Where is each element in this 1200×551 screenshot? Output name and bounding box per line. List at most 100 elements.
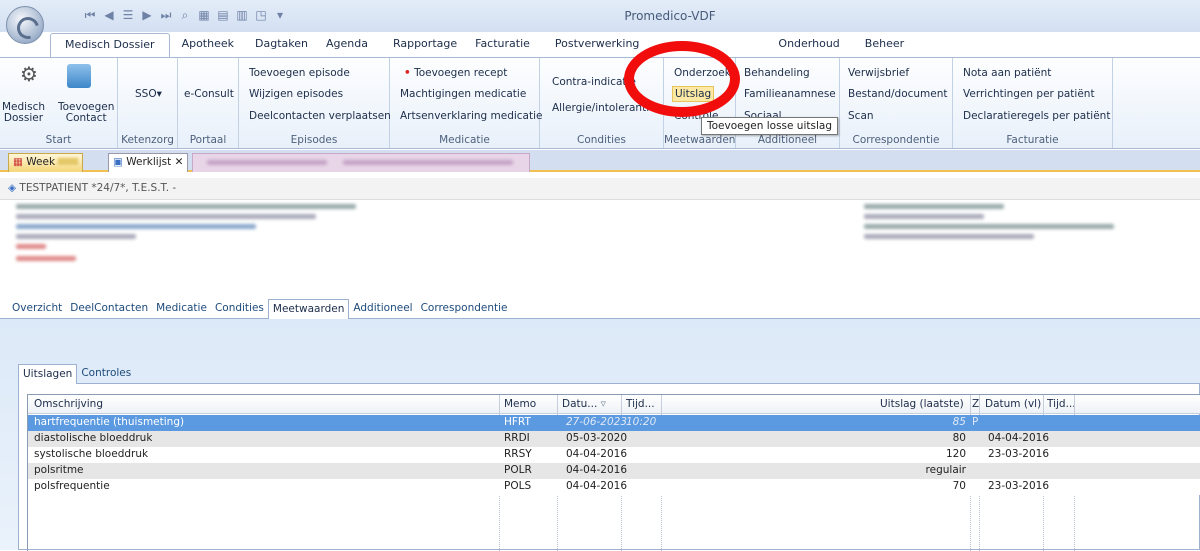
ribbon-tab-facturatie[interactable]: Facturatie [466,33,539,57]
col-tijd2[interactable]: Tijd... [1047,398,1076,410]
application-menu-button[interactable] [6,6,44,44]
window-title: Promedico-VDF [624,9,716,23]
tab-correspondentie[interactable]: Correspondentie [417,299,512,319]
col-uitslag[interactable]: Uitslag (laatste) [880,398,964,410]
medisch-dossier-button[interactable]: Medisch Dossier [2,102,45,124]
ribbon-tab-postverwerking[interactable]: Postverwerking [539,33,769,57]
document-tab-strip: ▦ Week ▣ Werklijst ✕ [0,150,1200,172]
ribbon-group-facturatie: Nota aan patiënt Verrichtingen per patië… [953,58,1113,148]
close-icon[interactable]: ✕ [175,156,184,168]
doc-tab-blurred[interactable] [192,153,530,172]
cell-omschrijving: polsfrequentie [34,480,110,492]
table-row[interactable]: systolische bloeddruk RRSY 04-04-2016 12… [28,447,1200,463]
verwijsbrief-button[interactable]: Verwijsbrief [848,67,909,79]
cell-memo: POLS [504,480,532,492]
button-label-line: Dossier [3,112,44,124]
tab-condities[interactable]: Condities [211,299,268,319]
cell-memo: RRDI [504,432,530,444]
doc-tab-werklijst[interactable]: ▣ Werklijst ✕ [108,153,189,172]
add-prescription-button[interactable]: • Toevoegen recept [404,67,507,79]
medication-authorizations-button[interactable]: Machtigingen medicatie [400,88,526,100]
cell-omschrijving: diastolische bloeddruk [34,432,153,444]
table-row[interactable]: diastolische bloeddruk RRDI 05-03-2020 8… [28,431,1200,447]
e-consult-button[interactable]: e-Consult [184,88,234,100]
main-tabs: Overzicht DeelContacten Medicatie Condit… [8,299,512,319]
cell-memo: HFRT [504,416,531,428]
table-row[interactable]: polsritme POLR 04-04-2016 regulair [28,463,1200,479]
ribbon-tab-beheer[interactable]: Beheer [856,33,913,57]
blurred-text [864,224,1114,229]
group-label: Medicatie [439,134,490,146]
onderzoek-button[interactable]: Onderzoek [674,67,731,79]
button-label-line: Contact [65,112,107,124]
scan-button[interactable]: Scan [848,110,874,122]
doc-tab-week[interactable]: ▦ Week [8,153,84,172]
group-label: Meetwaarden [664,134,736,146]
group-label: Start [45,134,72,146]
cell-z: P [972,416,979,428]
col-datum[interactable]: Datu... ▿ [562,398,606,410]
blurred-text [864,214,984,219]
move-subcontacts-button[interactable]: Deelcontacten verplaatsen [249,110,391,122]
nota-aan-patient-button[interactable]: Nota aan patiënt [963,67,1051,79]
group-label: Episodes [290,134,338,146]
blurred-text [16,214,316,219]
col-memo[interactable]: Memo [504,398,536,410]
tab-additioneel[interactable]: Additioneel [349,299,416,319]
verrichtingen-per-patient-button[interactable]: Verrichtingen per patiënt [963,88,1095,100]
ribbon-tab-medisch-dossier[interactable]: Medisch Dossier [50,33,170,57]
group-label: Ketenzorg [121,134,174,146]
group-label: Correspondentie [852,134,940,146]
uitslag-button[interactable]: Uitslag [672,86,715,102]
ribbon-group-episodes: Toevoegen episode Wijzigen episodes Deel… [239,58,391,148]
familieanamnese-button[interactable]: Familieanamnese [744,88,836,100]
ribbon-tab-rapportage[interactable]: Rapportage [384,33,466,57]
allergy-intolerance-button[interactable]: Allergie/intolerantie [552,102,656,114]
tab-controles[interactable]: Controles [77,364,135,384]
ribbon-group-medicatie: • Toevoegen recept Machtigingen medicati… [390,58,543,148]
cell-omschrijving: systolische bloeddruk [34,448,149,460]
tab-overzicht[interactable]: Overzicht [8,299,66,319]
medication-statement-button[interactable]: Artsenverklaring medicatie [400,110,543,122]
tab-deelcontacten[interactable]: DeelContacten [66,299,152,319]
column-divider [1074,395,1075,415]
table-row[interactable]: polsfrequentie POLS 04-04-2016 70 23-03-… [28,479,1200,495]
cell-tijd: 10:20 [626,416,657,428]
cell-omschrijving: polsritme [34,464,84,476]
declaratieregels-per-patient-button[interactable]: Declaratieregels per patiënt [963,110,1110,122]
tab-label: Week [26,156,56,168]
ribbon-group-portaal: e-Consult Portaal [178,58,239,148]
cell-uitslag: 120 [945,448,966,460]
col-tijd[interactable]: Tijd... [626,398,655,410]
col-omschrijving[interactable]: Omschrijving [34,398,103,410]
cell-datum-vl: 23-03-2016 [988,480,1050,492]
cell-datum-vl: 23-03-2016 [988,448,1050,460]
behandeling-button[interactable]: Behandeling [744,67,810,79]
patient-info-panel [0,200,1200,295]
ribbon-tab-agenda[interactable]: Agenda [317,33,384,57]
tab-uitslagen[interactable]: Uitslagen [18,364,78,384]
bestand-document-button[interactable]: Bestand/document [848,88,948,100]
table-row[interactable]: hartfrequentie (thuismeting) HFRT 27-06-… [28,415,1200,431]
ribbon-tab-dagtaken[interactable]: Dagtaken [246,33,317,57]
ribbon-tab-apotheek[interactable]: Apotheek [170,33,246,57]
contra-indication-button[interactable]: Contra-indicatie [552,76,636,88]
add-episode-button[interactable]: Toevoegen episode [249,67,350,79]
add-contact-button[interactable]: Toevoegen Contact [58,102,114,124]
sso-button[interactable]: SSO▾ [135,88,162,100]
tab-medicatie[interactable]: Medicatie [152,299,211,319]
cell-datum: 05-03-2020 [566,432,628,444]
tab-meetwaarden[interactable]: Meetwaarden [267,299,350,319]
results-grid-container: Omschrijving Memo Datu... ▿ Tijd... Uits… [18,383,1200,551]
cell-uitslag: 70 [952,480,966,492]
edit-episodes-button[interactable]: Wijzigen episodes [249,88,343,100]
column-divider [661,395,662,415]
ribbon: ⚙ Medisch Dossier Toevoegen Contact Start … [0,57,1200,149]
cell-datum: 04-04-2016 [566,464,628,476]
ribbon-tab-onderhoud[interactable]: Onderhoud [769,33,855,57]
col-datum-vl[interactable]: Datum (vl) [985,398,1041,410]
list-icon: ▣ [113,156,123,168]
blurred-text [16,204,356,209]
blurred-text [864,204,1004,209]
cell-datum: 27-06-2023 [566,416,628,428]
